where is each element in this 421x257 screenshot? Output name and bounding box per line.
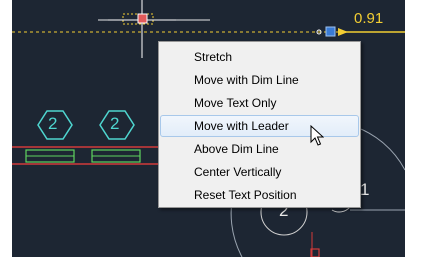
hex-tag-left-label: 2 <box>48 114 58 133</box>
menu-item-stretch[interactable]: Stretch <box>160 46 359 68</box>
menu-item-move-text-only[interactable]: Move Text Only <box>160 92 359 114</box>
grip-icon <box>325 26 336 37</box>
menu-item-reset-text-position[interactable]: Reset Text Position <box>160 184 359 206</box>
menu-item-move-with-leader[interactable]: Move with Leader <box>160 115 359 137</box>
menu-item-above-dim-line[interactable]: Above Dim Line <box>160 138 359 160</box>
dimension-text-context-menu: Stretch Move with Dim Line Move Text Onl… <box>158 41 361 208</box>
menu-item-center-vertically[interactable]: Center Vertically <box>160 161 359 183</box>
dimension-value[interactable]: 0.91 <box>354 10 383 27</box>
menu-item-move-with-dim-line[interactable]: Move with Dim Line <box>160 69 359 91</box>
circle-tag-right-label: 1 <box>360 180 370 199</box>
crosshair-icon <box>137 13 148 24</box>
arrow-cursor-icon <box>310 125 324 146</box>
dimension-arrowhead <box>338 28 348 36</box>
hex-tag-right-label: 2 <box>110 114 120 133</box>
